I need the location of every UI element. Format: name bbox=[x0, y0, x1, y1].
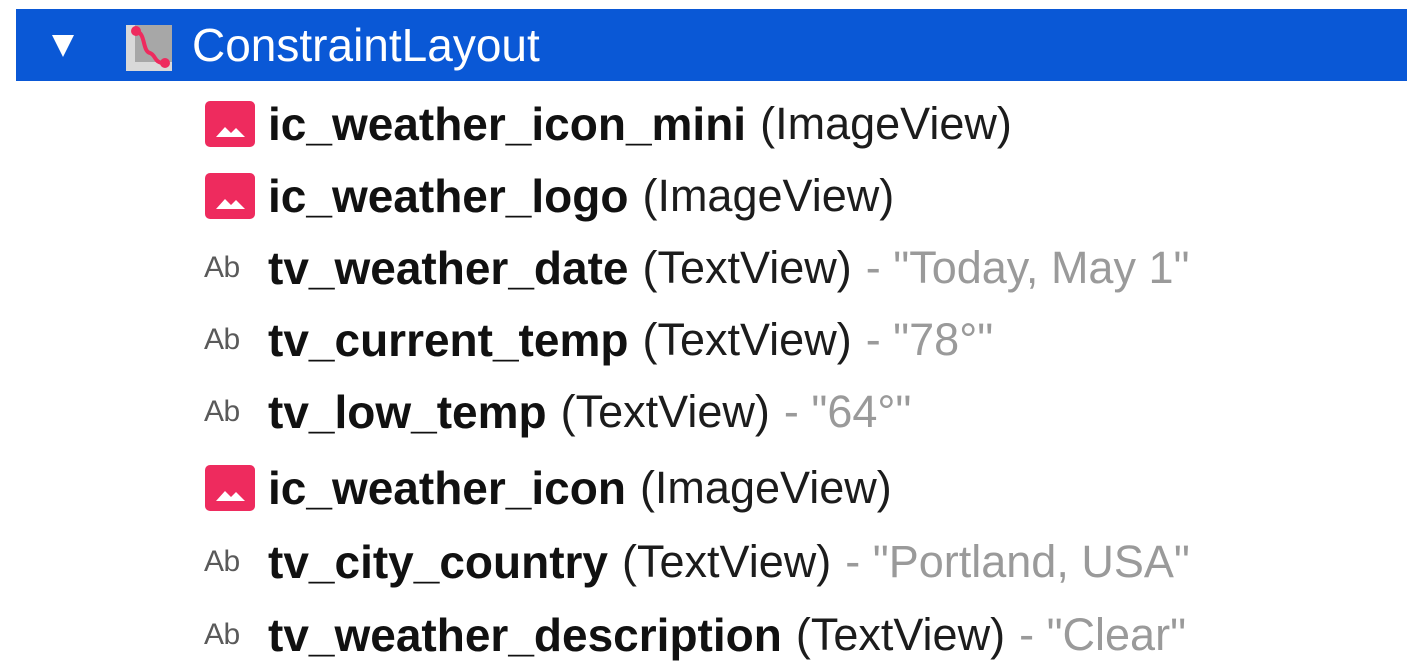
view-id: tv_weather_description bbox=[268, 609, 782, 661]
tree-row-tv-weather-date[interactable]: Ab tv_weather_date (TextView) - "Today, … bbox=[204, 232, 1189, 304]
view-type: (ImageView) bbox=[642, 170, 895, 221]
tree-row-tv-current-temp[interactable]: Ab tv_current_temp (TextView) - "78°" bbox=[204, 304, 993, 376]
view-id: ic_weather_icon_mini bbox=[268, 98, 747, 150]
view-id: tv_current_temp bbox=[268, 314, 629, 366]
view-id: ic_weather_logo bbox=[268, 170, 629, 222]
view-type: (ImageView) bbox=[760, 98, 1012, 149]
image-view-icon bbox=[204, 98, 256, 150]
tree-row-ic-weather-logo[interactable]: ic_weather_logo (ImageView) bbox=[204, 160, 908, 232]
view-value: - "64°" bbox=[783, 386, 912, 437]
view-id: tv_low_temp bbox=[268, 386, 547, 438]
view-type: (TextView) bbox=[622, 536, 832, 587]
text-view-icon: Ab bbox=[204, 323, 240, 356]
image-view-icon bbox=[204, 462, 256, 514]
view-id: ic_weather_icon bbox=[268, 462, 626, 514]
view-type: (TextView) bbox=[642, 314, 852, 365]
view-value: - "78°" bbox=[865, 314, 994, 365]
tree-row-ic-weather-icon-mini[interactable]: ic_weather_icon_mini (ImageView) bbox=[204, 88, 1026, 160]
tree-row-ic-weather-icon[interactable]: ic_weather_icon (ImageView) bbox=[204, 452, 906, 524]
tree-row-tv-low-temp[interactable]: Ab tv_low_temp (TextView) - "64°" bbox=[204, 376, 911, 448]
disclosure-triangle-icon[interactable] bbox=[52, 35, 74, 57]
text-view-icon: Ab bbox=[204, 395, 240, 428]
text-view-icon: Ab bbox=[204, 251, 240, 284]
view-id: tv_city_country bbox=[268, 536, 609, 588]
view-type: (TextView) bbox=[560, 386, 770, 437]
component-tree: ConstraintLayout ic_weather_icon_mini (I… bbox=[0, 0, 1407, 661]
text-view-icon: Ab bbox=[204, 545, 240, 578]
view-value: - "Clear" bbox=[1019, 609, 1187, 660]
text-view-icon: Ab bbox=[204, 618, 240, 651]
tree-row-tv-city-country[interactable]: Ab tv_city_country (TextView) - "Portlan… bbox=[204, 526, 1190, 598]
view-type: (ImageView) bbox=[639, 462, 892, 513]
view-type: (TextView) bbox=[795, 609, 1006, 660]
view-value: - "Portland, USA" bbox=[845, 536, 1190, 587]
tree-row-constraint-layout[interactable]: ConstraintLayout bbox=[16, 9, 1407, 81]
view-id: tv_weather_date bbox=[268, 242, 629, 294]
constraint-layout-icon bbox=[124, 23, 174, 73]
view-value: - "Today, May 1" bbox=[865, 242, 1190, 293]
tree-row-label: ConstraintLayout bbox=[192, 19, 540, 71]
image-view-icon bbox=[204, 170, 256, 222]
view-type: (TextView) bbox=[642, 242, 852, 293]
tree-row-tv-weather-description[interactable]: Ab tv_weather_description (TextView) - "… bbox=[204, 599, 1186, 671]
